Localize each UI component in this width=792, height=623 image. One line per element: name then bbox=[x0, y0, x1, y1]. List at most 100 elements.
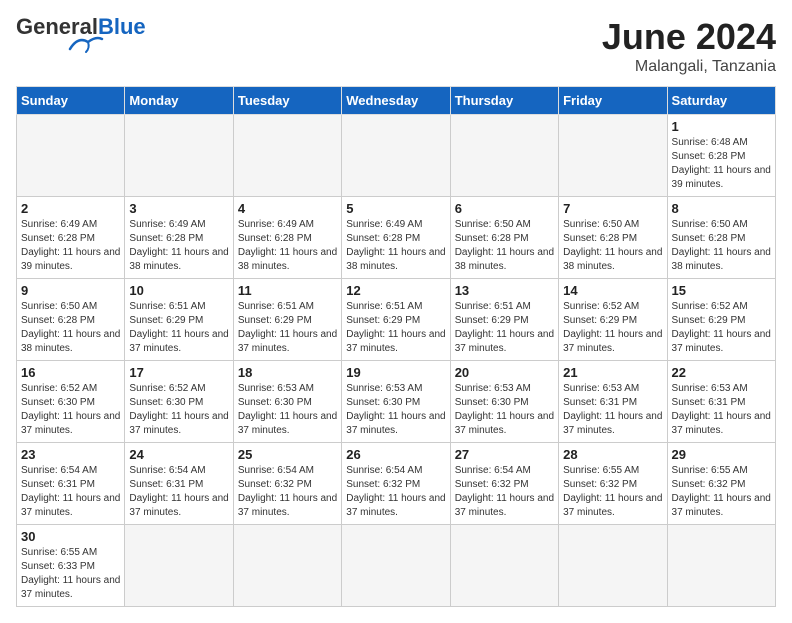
weekday-header-monday: Monday bbox=[125, 87, 233, 115]
calendar-cell-14: 14 Sunrise: 6:52 AMSunset: 6:29 PMDayligh… bbox=[559, 279, 667, 361]
calendar-cell-empty bbox=[450, 115, 558, 197]
calendar-cell-18: 18 Sunrise: 6:53 AMSunset: 6:30 PMDayligh… bbox=[233, 361, 341, 443]
calendar-cell-7: 7Sunrise: 6:50 AMSunset: 6:28 PMDaylight… bbox=[559, 197, 667, 279]
day-number: 28 bbox=[563, 447, 662, 462]
calendar-cell-11: 11 Sunrise: 6:51 AMSunset: 6:29 PMDayligh… bbox=[233, 279, 341, 361]
day-number: 30 bbox=[21, 529, 120, 544]
day-info: Sunrise: 6:50 AMSunset: 6:28 PMDaylight:… bbox=[563, 218, 662, 274]
day-number: 4 bbox=[238, 201, 337, 216]
weekday-header-wednesday: Wednesday bbox=[342, 87, 450, 115]
calendar-week-3: 16 Sunrise: 6:52 AMSunset: 6:30 PMDayligh… bbox=[17, 361, 776, 443]
day-number: 11 bbox=[238, 283, 337, 298]
day-info: Sunrise: 6:53 AMSunset: 6:31 PMDaylight:… bbox=[563, 382, 662, 438]
day-number: 19 bbox=[346, 365, 445, 380]
day-info: Sunrise: 6:52 AMSunset: 6:29 PMDaylight:… bbox=[563, 300, 662, 356]
calendar-cell-13: 13 Sunrise: 6:51 AMSunset: 6:29 PMDayligh… bbox=[450, 279, 558, 361]
day-info: Sunrise: 6:53 AMSunset: 6:30 PMDaylight:… bbox=[346, 382, 445, 438]
calendar-title: June 2024 bbox=[602, 16, 776, 58]
calendar-cell-1: 1Sunrise: 6:48 AMSunset: 6:28 PMDaylight… bbox=[667, 115, 775, 197]
day-info: Sunrise: 6:54 AMSunset: 6:32 PMDaylight:… bbox=[238, 464, 337, 520]
day-number: 26 bbox=[346, 447, 445, 462]
day-info: Sunrise: 6:54 AMSunset: 6:31 PMDaylight:… bbox=[21, 464, 120, 520]
calendar-cell-empty bbox=[667, 525, 775, 607]
day-info: Sunrise: 6:49 AMSunset: 6:28 PMDaylight:… bbox=[21, 218, 120, 274]
day-number: 29 bbox=[672, 447, 771, 462]
day-number: 18 bbox=[238, 365, 337, 380]
logo-bird-icon bbox=[68, 34, 104, 54]
day-number: 24 bbox=[129, 447, 228, 462]
day-info: Sunrise: 6:48 AMSunset: 6:28 PMDaylight:… bbox=[672, 136, 771, 192]
day-number: 13 bbox=[455, 283, 554, 298]
calendar-cell-17: 17 Sunrise: 6:52 AMSunset: 6:30 PMDayligh… bbox=[125, 361, 233, 443]
calendar-cell-12: 12 Sunrise: 6:51 AMSunset: 6:29 PMDayligh… bbox=[342, 279, 450, 361]
day-number: 6 bbox=[455, 201, 554, 216]
calendar-cell-6: 6 Sunrise: 6:50 AMSunset: 6:28 PMDaylight… bbox=[450, 197, 558, 279]
logo: GeneralBlue bbox=[16, 16, 146, 54]
calendar-cell-30: 30 Sunrise: 6:55 AMSunset: 6:33 PMDayligh… bbox=[17, 525, 125, 607]
calendar-cell-19: 19 Sunrise: 6:53 AMSunset: 6:30 PMDayligh… bbox=[342, 361, 450, 443]
weekday-header-friday: Friday bbox=[559, 87, 667, 115]
calendar-cell-2: 2 Sunrise: 6:49 AMSunset: 6:28 PMDaylight… bbox=[17, 197, 125, 279]
day-info: Sunrise: 6:49 AMSunset: 6:28 PMDaylight:… bbox=[129, 218, 228, 274]
calendar-cell-16: 16 Sunrise: 6:52 AMSunset: 6:30 PMDayligh… bbox=[17, 361, 125, 443]
weekday-header-sunday: Sunday bbox=[17, 87, 125, 115]
day-info: Sunrise: 6:55 AMSunset: 6:33 PMDaylight:… bbox=[21, 546, 120, 602]
day-number: 22 bbox=[672, 365, 771, 380]
day-number: 21 bbox=[563, 365, 662, 380]
calendar-cell-5: 5Sunrise: 6:49 AMSunset: 6:28 PMDaylight… bbox=[342, 197, 450, 279]
day-info: Sunrise: 6:50 AMSunset: 6:28 PMDaylight:… bbox=[21, 300, 120, 356]
day-info: Sunrise: 6:55 AMSunset: 6:32 PMDaylight:… bbox=[672, 464, 771, 520]
calendar-cell-empty bbox=[125, 115, 233, 197]
day-number: 8 bbox=[672, 201, 771, 216]
day-info: Sunrise: 6:49 AMSunset: 6:28 PMDaylight:… bbox=[346, 218, 445, 274]
day-number: 10 bbox=[129, 283, 228, 298]
day-number: 12 bbox=[346, 283, 445, 298]
calendar-cell-27: 27 Sunrise: 6:54 AMSunset: 6:32 PMDayligh… bbox=[450, 443, 558, 525]
calendar-cell-empty bbox=[559, 115, 667, 197]
day-info: Sunrise: 6:51 AMSunset: 6:29 PMDaylight:… bbox=[238, 300, 337, 356]
day-info: Sunrise: 6:50 AMSunset: 6:28 PMDaylight:… bbox=[672, 218, 771, 274]
day-info: Sunrise: 6:52 AMSunset: 6:30 PMDaylight:… bbox=[21, 382, 120, 438]
day-info: Sunrise: 6:52 AMSunset: 6:29 PMDaylight:… bbox=[672, 300, 771, 356]
calendar-cell-26: 26 Sunrise: 6:54 AMSunset: 6:32 PMDayligh… bbox=[342, 443, 450, 525]
calendar-cell-empty bbox=[17, 115, 125, 197]
day-info: Sunrise: 6:50 AMSunset: 6:28 PMDaylight:… bbox=[455, 218, 554, 274]
calendar-cell-23: 23Sunrise: 6:54 AMSunset: 6:31 PMDayligh… bbox=[17, 443, 125, 525]
calendar-week-2: 9 Sunrise: 6:50 AMSunset: 6:28 PMDaylight… bbox=[17, 279, 776, 361]
day-number: 15 bbox=[672, 283, 771, 298]
day-info: Sunrise: 6:51 AMSunset: 6:29 PMDaylight:… bbox=[346, 300, 445, 356]
day-info: Sunrise: 6:49 AMSunset: 6:28 PMDaylight:… bbox=[238, 218, 337, 274]
calendar-week-5: 30 Sunrise: 6:55 AMSunset: 6:33 PMDayligh… bbox=[17, 525, 776, 607]
calendar-cell-28: 28Sunrise: 6:55 AMSunset: 6:32 PMDayligh… bbox=[559, 443, 667, 525]
day-info: Sunrise: 6:54 AMSunset: 6:32 PMDaylight:… bbox=[455, 464, 554, 520]
day-number: 25 bbox=[238, 447, 337, 462]
day-number: 16 bbox=[21, 365, 120, 380]
calendar-week-0: 1Sunrise: 6:48 AMSunset: 6:28 PMDaylight… bbox=[17, 115, 776, 197]
calendar-cell-22: 22Sunrise: 6:53 AMSunset: 6:31 PMDayligh… bbox=[667, 361, 775, 443]
calendar-cell-20: 20Sunrise: 6:53 AMSunset: 6:30 PMDayligh… bbox=[450, 361, 558, 443]
weekday-header-thursday: Thursday bbox=[450, 87, 558, 115]
calendar-cell-empty bbox=[233, 525, 341, 607]
calendar-week-1: 2 Sunrise: 6:49 AMSunset: 6:28 PMDaylight… bbox=[17, 197, 776, 279]
calendar-cell-10: 10Sunrise: 6:51 AMSunset: 6:29 PMDayligh… bbox=[125, 279, 233, 361]
day-number: 9 bbox=[21, 283, 120, 298]
calendar-cell-29: 29 Sunrise: 6:55 AMSunset: 6:32 PMDayligh… bbox=[667, 443, 775, 525]
day-number: 20 bbox=[455, 365, 554, 380]
logo-blue: Blue bbox=[98, 14, 146, 39]
weekday-header-tuesday: Tuesday bbox=[233, 87, 341, 115]
day-info: Sunrise: 6:52 AMSunset: 6:30 PMDaylight:… bbox=[129, 382, 228, 438]
calendar-week-4: 23Sunrise: 6:54 AMSunset: 6:31 PMDayligh… bbox=[17, 443, 776, 525]
day-number: 2 bbox=[21, 201, 120, 216]
day-info: Sunrise: 6:53 AMSunset: 6:30 PMDaylight:… bbox=[238, 382, 337, 438]
calendar-cell-4: 4 Sunrise: 6:49 AMSunset: 6:28 PMDaylight… bbox=[233, 197, 341, 279]
calendar-cell-empty bbox=[559, 525, 667, 607]
day-number: 14 bbox=[563, 283, 662, 298]
day-info: Sunrise: 6:54 AMSunset: 6:32 PMDaylight:… bbox=[346, 464, 445, 520]
day-info: Sunrise: 6:51 AMSunset: 6:29 PMDaylight:… bbox=[455, 300, 554, 356]
calendar-cell-empty bbox=[450, 525, 558, 607]
day-number: 3 bbox=[129, 201, 228, 216]
calendar-cell-3: 3 Sunrise: 6:49 AMSunset: 6:28 PMDaylight… bbox=[125, 197, 233, 279]
calendar-cell-15: 15 Sunrise: 6:52 AMSunset: 6:29 PMDayligh… bbox=[667, 279, 775, 361]
day-number: 17 bbox=[129, 365, 228, 380]
day-number: 27 bbox=[455, 447, 554, 462]
